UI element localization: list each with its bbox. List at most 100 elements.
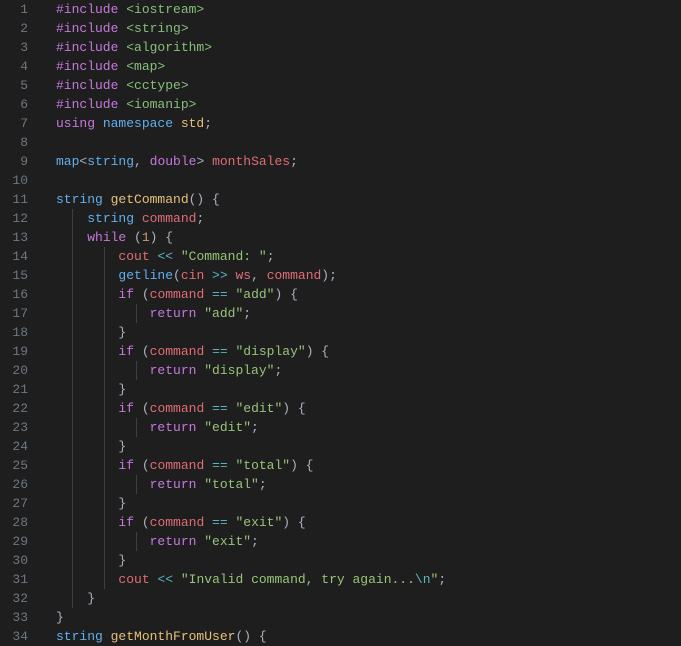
code-line[interactable]: getline(cin >> ws, command);	[56, 266, 681, 285]
code-line[interactable]: }	[56, 437, 681, 456]
code-token	[56, 458, 118, 473]
line-number: 22	[8, 399, 28, 418]
code-token: "total"	[235, 458, 290, 473]
code-line[interactable]: #include <iostream>	[56, 0, 681, 19]
code-line[interactable]	[56, 171, 681, 190]
code-token: ;	[259, 477, 267, 492]
indent-guide	[72, 361, 73, 380]
line-number: 9	[8, 152, 28, 171]
indent-guide	[104, 437, 105, 456]
code-token	[56, 287, 118, 302]
code-token: ,	[134, 154, 150, 169]
code-line[interactable]: cout << "Invalid command, try again...\n…	[56, 570, 681, 589]
code-token: string	[87, 154, 134, 169]
code-token: return	[150, 420, 205, 435]
code-token: "add"	[235, 287, 274, 302]
code-line[interactable]: }	[56, 551, 681, 570]
code-line[interactable]: string getMonthFromUser() {	[56, 627, 681, 646]
code-token: ==	[204, 515, 235, 530]
code-token: ) {	[306, 344, 329, 359]
code-token: return	[150, 477, 205, 492]
code-line[interactable]: return "exit";	[56, 532, 681, 551]
code-token: }	[56, 553, 126, 568]
code-line[interactable]: if (command == "total") {	[56, 456, 681, 475]
code-line[interactable]: return "edit";	[56, 418, 681, 437]
indent-guide	[136, 304, 137, 323]
indent-guide	[72, 589, 73, 608]
code-line[interactable]: if (command == "exit") {	[56, 513, 681, 532]
code-token: namespace	[103, 116, 181, 131]
indent-guide	[104, 570, 105, 589]
code-token: ;	[438, 572, 446, 587]
code-line[interactable]: }	[56, 589, 681, 608]
code-line[interactable]: if (command == "add") {	[56, 285, 681, 304]
code-line[interactable]: return "total";	[56, 475, 681, 494]
code-token: "exit"	[235, 515, 282, 530]
code-token: string	[56, 629, 111, 644]
code-line[interactable]: }	[56, 494, 681, 513]
code-line[interactable]: using namespace std;	[56, 114, 681, 133]
code-token: }	[56, 382, 126, 397]
code-token: >>	[204, 268, 235, 283]
code-line[interactable]: }	[56, 323, 681, 342]
indent-guide	[136, 532, 137, 551]
line-number: 28	[8, 513, 28, 532]
code-token: ,	[251, 268, 267, 283]
line-number: 11	[8, 190, 28, 209]
code-line[interactable]: #include <iomanip>	[56, 95, 681, 114]
code-line[interactable]: return "add";	[56, 304, 681, 323]
code-token: command	[150, 287, 205, 302]
code-token: #include	[56, 21, 126, 36]
code-editor[interactable]: 1234567891011121314151617181920212223242…	[0, 0, 681, 640]
code-token: command	[150, 344, 205, 359]
indent-guide	[72, 285, 73, 304]
code-line[interactable]: string command;	[56, 209, 681, 228]
code-token	[56, 249, 118, 264]
code-token: }	[56, 591, 95, 606]
code-token: #include	[56, 97, 126, 112]
code-token: ;	[243, 306, 251, 321]
line-number: 4	[8, 57, 28, 76]
code-token: std	[181, 116, 204, 131]
code-token: <<	[150, 572, 181, 587]
code-line[interactable]: #include <algorithm>	[56, 38, 681, 57]
code-line[interactable]: return "display";	[56, 361, 681, 380]
code-line[interactable]: map<string, double> monthSales;	[56, 152, 681, 171]
code-token: ) {	[282, 515, 305, 530]
line-number: 3	[8, 38, 28, 57]
indent-guide	[72, 437, 73, 456]
code-line[interactable]: #include <cctype>	[56, 76, 681, 95]
code-token: "total"	[204, 477, 259, 492]
code-token: }	[56, 325, 126, 340]
code-line[interactable]: while (1) {	[56, 228, 681, 247]
indent-guide	[72, 209, 73, 228]
code-line[interactable]: }	[56, 380, 681, 399]
indent-guide	[72, 551, 73, 570]
code-token	[56, 401, 118, 416]
code-token: <iostream>	[126, 2, 204, 17]
code-token: string	[87, 211, 142, 226]
code-token: getCommand	[111, 192, 189, 207]
code-token: command	[150, 401, 205, 416]
code-line[interactable]: cout << "Command: ";	[56, 247, 681, 266]
indent-guide	[72, 228, 73, 247]
code-token: ws	[235, 268, 251, 283]
indent-guide	[104, 399, 105, 418]
code-token: (	[142, 287, 150, 302]
code-line[interactable]	[56, 133, 681, 152]
line-number-gutter: 1234567891011121314151617181920212223242…	[0, 0, 42, 640]
code-line[interactable]: if (command == "display") {	[56, 342, 681, 361]
code-area[interactable]: #include <iostream>#include <string>#inc…	[42, 0, 681, 640]
code-token: <map>	[126, 59, 165, 74]
code-line[interactable]: #include <string>	[56, 19, 681, 38]
code-line[interactable]: #include <map>	[56, 57, 681, 76]
code-line[interactable]: string getCommand() {	[56, 190, 681, 209]
code-line[interactable]: }	[56, 608, 681, 627]
code-token: );	[321, 268, 337, 283]
code-token	[56, 572, 118, 587]
code-token: <string>	[126, 21, 188, 36]
code-line[interactable]: if (command == "edit") {	[56, 399, 681, 418]
code-token: ;	[290, 154, 298, 169]
code-token: ;	[196, 211, 204, 226]
indent-guide	[104, 304, 105, 323]
